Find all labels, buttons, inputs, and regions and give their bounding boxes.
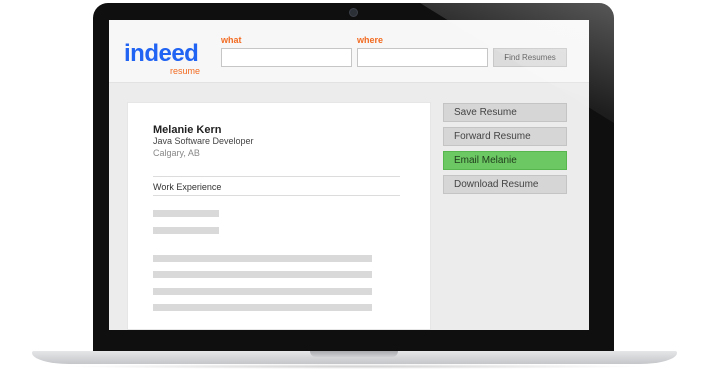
forward-resume-button[interactable]: Forward Resume xyxy=(443,127,567,146)
search-header: indeed resume what where Find Resumes xyxy=(109,20,589,83)
indeed-logo[interactable]: indeed xyxy=(124,40,199,68)
download-resume-button[interactable]: Download Resume xyxy=(443,175,567,194)
indeed-logo-subtitle: resume xyxy=(170,66,201,76)
what-label: what xyxy=(221,35,242,45)
placeholder-line xyxy=(153,255,372,262)
candidate-location: Calgary, AB xyxy=(153,148,200,158)
placeholder-line xyxy=(153,288,372,295)
resume-card: Melanie Kern Java Software Developer Cal… xyxy=(127,102,431,330)
placeholder-line xyxy=(153,227,219,234)
candidate-title: Java Software Developer xyxy=(153,136,254,146)
laptop-notch xyxy=(310,351,398,357)
email-candidate-button[interactable]: Email Melanie xyxy=(443,151,567,170)
divider xyxy=(153,195,400,196)
placeholder-line xyxy=(153,304,372,311)
save-resume-button[interactable]: Save Resume xyxy=(443,103,567,122)
laptop-shadow xyxy=(60,364,650,369)
candidate-name: Melanie Kern xyxy=(153,124,222,136)
placeholder-line xyxy=(153,210,219,217)
section-heading: Work Experience xyxy=(153,182,222,192)
where-input[interactable] xyxy=(357,48,488,67)
find-resumes-button[interactable]: Find Resumes xyxy=(493,48,567,67)
what-input[interactable] xyxy=(221,48,352,67)
where-label: where xyxy=(357,35,384,45)
laptop-screen: indeed resume what where Find Resumes Me… xyxy=(109,20,589,330)
camera-icon xyxy=(349,8,358,17)
divider xyxy=(153,176,400,177)
placeholder-line xyxy=(153,271,372,278)
